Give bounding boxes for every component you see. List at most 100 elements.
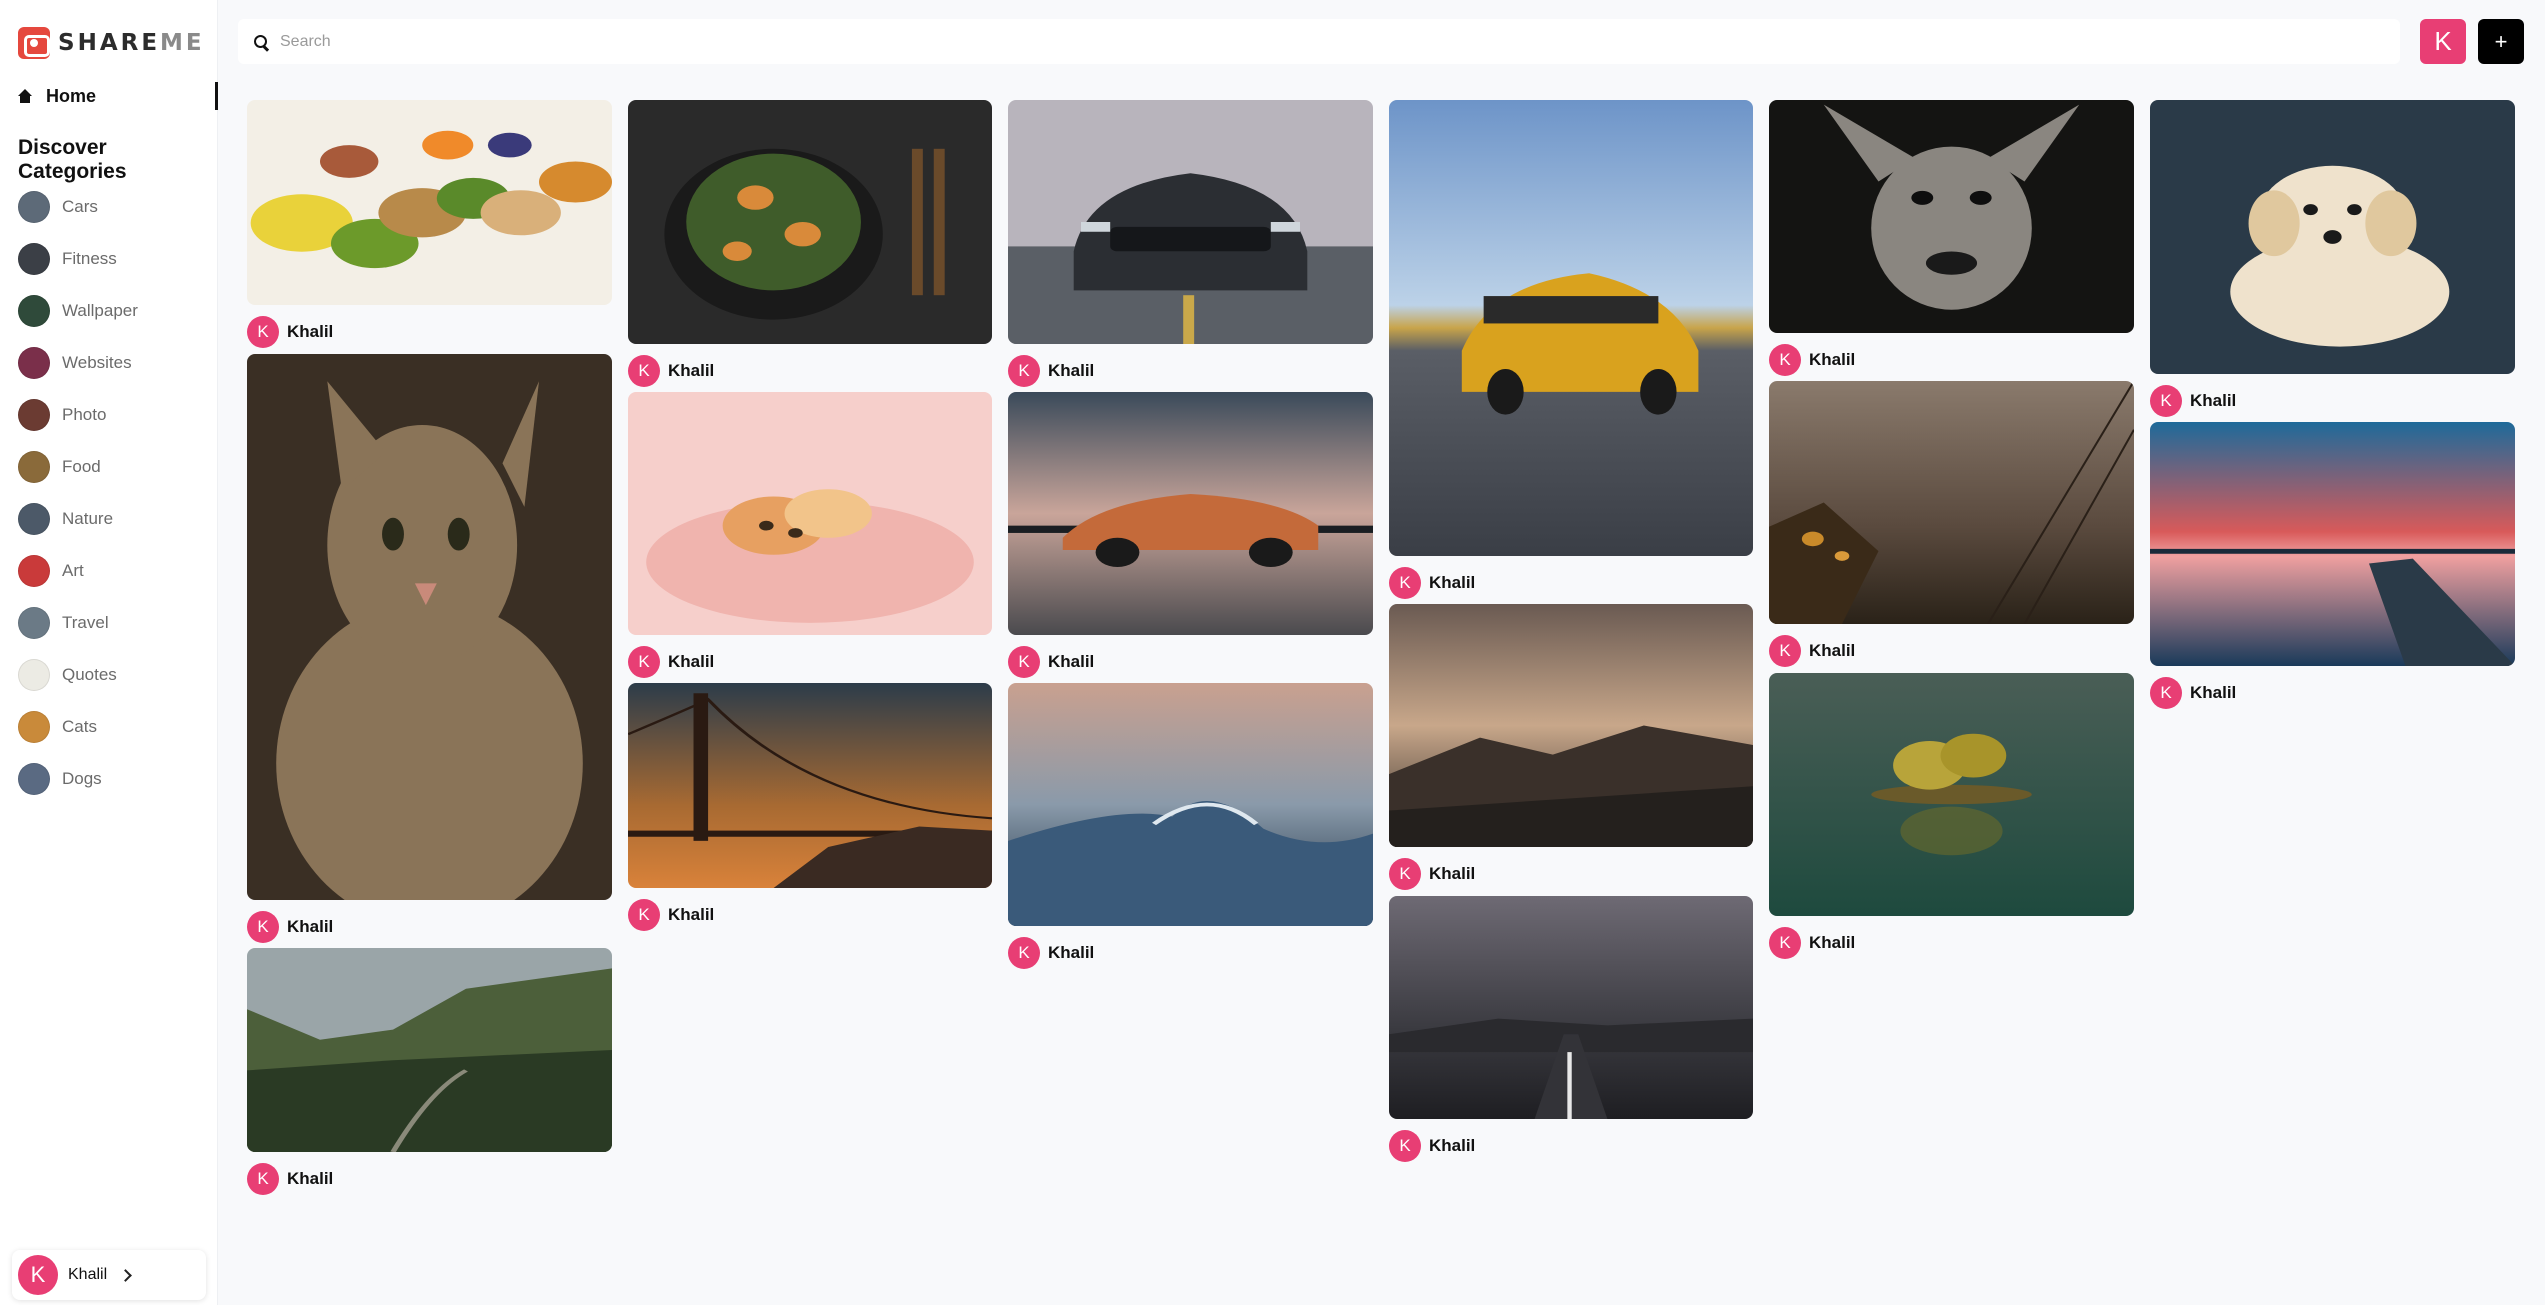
sidebar-item-cats[interactable]: Cats xyxy=(18,701,138,753)
pin-author[interactable]: K Khalil xyxy=(1769,927,2134,959)
avatar: K xyxy=(1008,355,1040,387)
sidebar-item-dogs[interactable]: Dogs xyxy=(18,753,138,805)
pin-author[interactable]: K Khalil xyxy=(247,316,612,348)
avatar: K xyxy=(1769,635,1801,667)
pin-card[interactable]: K Khalil xyxy=(1769,100,2134,376)
avatar: K xyxy=(1769,927,1801,959)
pin-card[interactable]: K Khalil xyxy=(1008,683,1373,969)
pin-image-mercedes[interactable] xyxy=(1389,100,1753,556)
pin-card[interactable]: K Khalil xyxy=(628,392,992,678)
pin-card[interactable]: K Khalil xyxy=(1769,673,2134,959)
pin-author-name: Khalil xyxy=(668,361,715,380)
pin-author[interactable]: K Khalil xyxy=(1008,937,1373,969)
sidebar-item-nature[interactable]: Nature xyxy=(18,493,138,545)
profile-link[interactable]: K Khalil xyxy=(12,1250,206,1300)
pin-image-mustang[interactable] xyxy=(1008,100,1373,344)
pin-image-food[interactable] xyxy=(247,100,612,305)
pin-author-name: Khalil xyxy=(1429,1136,1476,1155)
pin-card[interactable]: K Khalil xyxy=(1389,896,1753,1162)
avatar: K xyxy=(1769,344,1801,376)
sidebar-item-quotes[interactable]: Quotes xyxy=(18,649,138,701)
pin-author[interactable]: K Khalil xyxy=(1389,567,1753,599)
pin-image-island[interactable] xyxy=(1769,673,2134,916)
pin-image-kitten[interactable] xyxy=(628,392,992,635)
search-input[interactable] xyxy=(280,21,2400,62)
pin-card[interactable]: K Khalil xyxy=(2150,422,2515,709)
pin-card[interactable]: K Khalil xyxy=(2150,100,2515,417)
pin-card[interactable]: K Khalil xyxy=(1008,392,1373,678)
pin-author[interactable]: K Khalil xyxy=(1008,646,1373,678)
avatar: K xyxy=(247,911,279,943)
pin-card[interactable]: K Khalil xyxy=(628,683,992,931)
app-logo[interactable]: SHAREME xyxy=(18,27,205,59)
sidebar-item-travel[interactable]: Travel xyxy=(18,597,138,649)
pin-image-road[interactable] xyxy=(1389,896,1753,1119)
pin-author[interactable]: K Khalil xyxy=(1769,635,2134,667)
category-thumbnail xyxy=(18,243,50,275)
pin-author[interactable]: K Khalil xyxy=(628,899,992,931)
pin-image-mountains[interactable] xyxy=(1389,604,1753,847)
pin-author-name: Khalil xyxy=(1048,361,1095,380)
pin-author-name: Khalil xyxy=(1809,933,1856,952)
avatar: K xyxy=(628,646,660,678)
sidebar-item-cars[interactable]: Cars xyxy=(18,181,138,233)
pin-card[interactable]: K Khalil xyxy=(1008,100,1373,387)
pin-image-wave[interactable] xyxy=(1008,683,1373,926)
avatar: K xyxy=(1389,858,1421,890)
pin-image-dog[interactable] xyxy=(1769,100,2134,333)
logo-text-dim: ME xyxy=(160,30,205,56)
category-thumbnail xyxy=(18,555,50,587)
pin-author[interactable]: K Khalil xyxy=(2150,385,2515,417)
avatar: K xyxy=(1008,937,1040,969)
sidebar-item-photo[interactable]: Photo xyxy=(18,389,138,441)
pin-author-name: Khalil xyxy=(2190,683,2237,702)
sidebar-item-websites[interactable]: Websites xyxy=(18,337,138,389)
pin-card[interactable]: K Khalil xyxy=(1389,604,1753,890)
sidebar-item-wallpaper[interactable]: Wallpaper xyxy=(18,285,138,337)
search-bar[interactable] xyxy=(238,19,2400,64)
user-profile-button[interactable]: K xyxy=(2420,19,2466,64)
pin-author-name: Khalil xyxy=(2190,391,2237,410)
pin-author-name: Khalil xyxy=(287,1169,334,1188)
sidebar-item-food[interactable]: Food xyxy=(18,441,138,493)
pin-card[interactable]: K Khalil xyxy=(247,354,612,943)
avatar: K xyxy=(1389,1130,1421,1162)
pin-card[interactable]: K Khalil xyxy=(628,100,992,387)
sidebar-item-label: Wallpaper xyxy=(62,301,138,320)
pin-author[interactable]: K Khalil xyxy=(2150,677,2515,709)
pin-card[interactable]: K Khalil xyxy=(247,948,612,1195)
create-pin-button[interactable]: + xyxy=(2478,19,2524,64)
pin-image-cat[interactable] xyxy=(247,354,612,900)
category-thumbnail xyxy=(18,659,50,691)
pin-image-corvette[interactable] xyxy=(1008,392,1373,635)
profile-name: Khalil xyxy=(68,1266,108,1283)
sidebar-item-art[interactable]: Art xyxy=(18,545,138,597)
pin-author[interactable]: K Khalil xyxy=(1389,1130,1753,1162)
pin-author[interactable]: K Khalil xyxy=(628,646,992,678)
pin-author[interactable]: K Khalil xyxy=(1389,858,1753,890)
pin-author[interactable]: K Khalil xyxy=(247,1163,612,1195)
pin-card[interactable]: K Khalil xyxy=(1769,381,2134,667)
avatar: K xyxy=(628,899,660,931)
pin-image-puppy[interactable] xyxy=(2150,100,2515,374)
pin-author[interactable]: K Khalil xyxy=(1769,344,2134,376)
pin-author-name: Khalil xyxy=(1809,350,1856,369)
pin-author-name: Khalil xyxy=(1429,573,1476,592)
pin-image-sunset[interactable] xyxy=(2150,422,2515,666)
pin-image-valley[interactable] xyxy=(247,948,612,1152)
pin-card[interactable]: K Khalil xyxy=(1389,100,1753,599)
pin-image-fog[interactable] xyxy=(1769,381,2134,624)
sidebar-item-home[interactable]: Home xyxy=(18,82,218,110)
sidebar-item-fitness[interactable]: Fitness xyxy=(18,233,138,285)
pin-author[interactable]: K Khalil xyxy=(628,355,992,387)
category-thumbnail xyxy=(18,503,50,535)
pin-image-wok[interactable] xyxy=(628,100,992,344)
search-icon xyxy=(254,34,268,49)
pin-image-bridge[interactable] xyxy=(628,683,992,888)
sidebar-item-label: Cats xyxy=(62,717,97,736)
pin-author[interactable]: K Khalil xyxy=(1008,355,1373,387)
pin-author[interactable]: K Khalil xyxy=(247,911,612,943)
pin-author-name: Khalil xyxy=(1809,641,1856,660)
pin-card[interactable]: K Khalil xyxy=(247,100,612,348)
sidebar-item-label: Home xyxy=(46,85,97,106)
